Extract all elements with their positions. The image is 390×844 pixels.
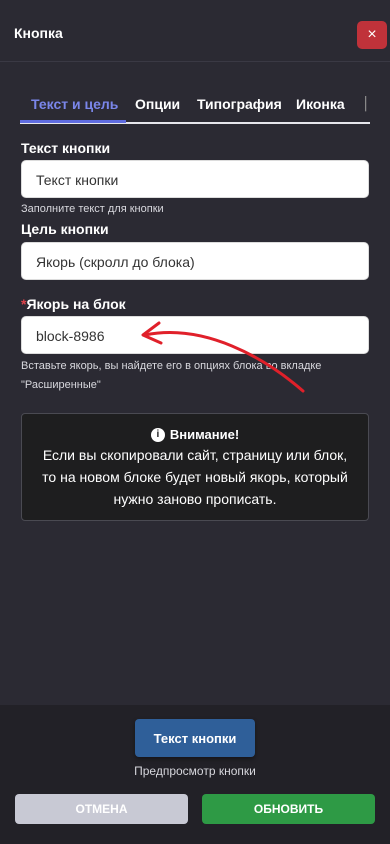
- button-text-input[interactable]: Текст кнопки: [21, 160, 369, 198]
- update-button[interactable]: ОБНОВИТЬ: [202, 794, 375, 824]
- button-text-hint: Заполните текст для кнопки: [21, 203, 164, 215]
- tab-options[interactable]: Опции: [135, 96, 180, 112]
- cancel-button[interactable]: ОТМЕНА: [15, 794, 188, 824]
- modal-footer: Текст кнопки Предпросмотр кнопки ОТМЕНА …: [0, 705, 390, 844]
- tab-overflow-indicator[interactable]: ▏: [365, 96, 370, 112]
- alert-text: Если вы скопировали сайт, страницу или б…: [42, 447, 348, 507]
- red-arrow-annotation: [141, 321, 305, 393]
- alert-title: i Внимание!: [22, 427, 368, 442]
- tab-bar: Текст и цель Опции Типография Иконка ▏: [20, 84, 370, 124]
- modal-header: Кнопка ×: [0, 0, 390, 62]
- anchor-label: *Якорь на блок: [21, 296, 126, 312]
- close-icon: ×: [367, 26, 377, 43]
- anchor-label-text: Якорь на блок: [26, 296, 126, 312]
- close-button[interactable]: ×: [357, 21, 387, 49]
- warning-alert: i Внимание! Если вы скопировали сайт, ст…: [21, 413, 369, 521]
- info-icon: i: [150, 427, 165, 442]
- active-tab-indicator: [20, 120, 126, 123]
- tab-text-and-target[interactable]: Текст и цель: [31, 96, 118, 112]
- alert-title-text: Внимание!: [169, 427, 240, 442]
- button-target-select[interactable]: Якорь (скролл до блока): [21, 242, 369, 280]
- preview-caption: Предпросмотр кнопки: [134, 764, 256, 778]
- modal-title: Кнопка: [14, 25, 63, 41]
- tab-icon[interactable]: Иконка: [296, 96, 345, 112]
- button-text-label: Текст кнопки: [21, 140, 111, 156]
- tab-typography[interactable]: Типография: [197, 96, 282, 112]
- preview-button[interactable]: Текст кнопки: [135, 719, 255, 757]
- button-target-label: Цель кнопки: [21, 221, 109, 237]
